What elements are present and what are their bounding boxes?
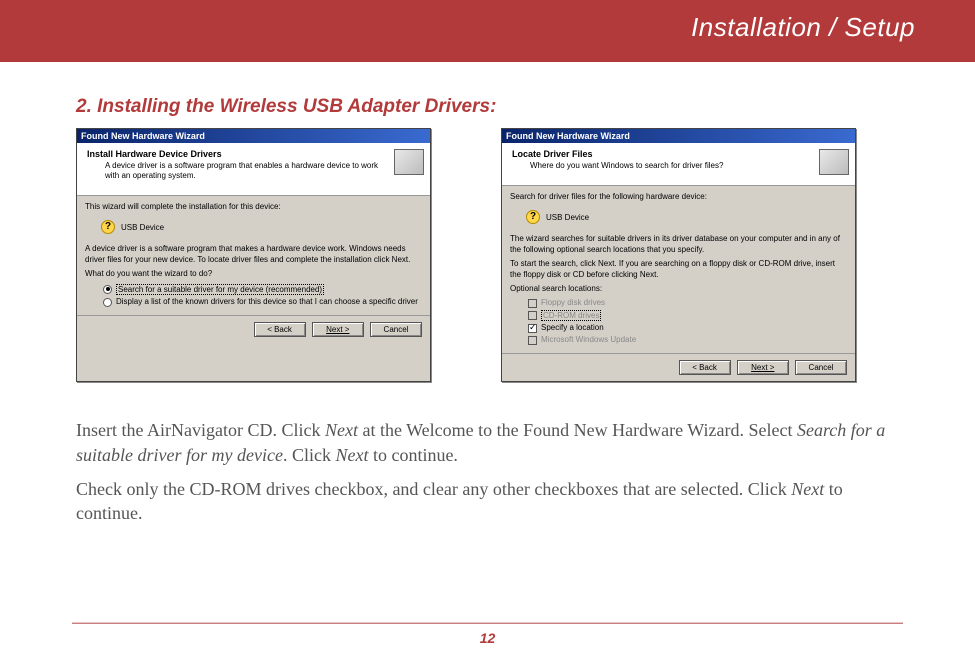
instruction-paragraph-1: Insert the AirNavigator CD. Click Next a… [76,418,905,467]
checkbox-label: Floppy disk drives [541,298,605,307]
checkbox-windows-update[interactable]: Microsoft Windows Update [528,335,847,345]
footer-divider [72,623,903,624]
back-button[interactable]: < Back [254,322,306,337]
checkbox-label: CD-ROM drives [541,310,601,321]
checkbox-floppy[interactable]: Floppy disk drives [528,298,847,308]
question-icon: ? [101,220,115,234]
page-number: 12 [480,630,496,646]
question-icon: ? [526,210,540,224]
wizard-art-icon [394,149,424,175]
radio-option-search[interactable]: Search for a suitable driver for my devi… [103,284,422,295]
dialog-paragraph: A device driver is a software program th… [85,244,422,265]
device-row: ? USB Device [95,216,422,238]
screenshot-row: Found New Hardware Wizard Install Hardwa… [76,128,905,382]
checkbox-cdrom[interactable]: CD-ROM drives [528,310,847,321]
wizard-art-icon [819,149,849,175]
button-row: < Back Next > Cancel [77,315,430,343]
radio-icon [103,285,112,294]
checkbox-icon [528,311,537,320]
cancel-button[interactable]: Cancel [370,322,422,337]
radio-option-display-list[interactable]: Display a list of the known drivers for … [103,297,422,307]
dialog-heading: Install Hardware Device Drivers [87,149,384,159]
instruction-paragraph-2: Check only the CD-ROM drives checkbox, a… [76,477,905,526]
device-row: ? USB Device [520,206,847,228]
wizard-dialog-locate-files: Found New Hardware Wizard Locate Driver … [501,128,856,382]
dialog-line: Search for driver files for the followin… [510,192,847,202]
options-label: Optional search locations: [510,284,847,294]
next-button[interactable]: Next > [312,322,364,337]
footer: 12 [0,623,975,648]
back-button[interactable]: < Back [679,360,731,375]
wizard-dialog-install-drivers: Found New Hardware Wizard Install Hardwa… [76,128,431,382]
device-label: USB Device [121,223,164,232]
section-title: 2. Installing the Wireless USB Adapter D… [76,96,905,118]
radio-icon [103,298,112,307]
checkbox-icon [528,299,537,308]
radio-label: Display a list of the known drivers for … [116,297,418,306]
dialog-header-band: Locate Driver Files Where do you want Wi… [502,143,855,186]
dialog-header-band: Install Hardware Device Drivers A device… [77,143,430,196]
dialog-titlebar: Found New Hardware Wizard [502,129,855,143]
dialog-paragraph: The wizard searches for suitable drivers… [510,234,847,255]
dialog-heading: Locate Driver Files [512,149,809,159]
radio-label: Search for a suitable driver for my devi… [116,284,324,295]
dialog-paragraph: To start the search, click Next. If you … [510,259,847,280]
header-bar: Installation / Setup [0,0,975,62]
checkbox-label: Microsoft Windows Update [541,335,636,344]
dialog-titlebar: Found New Hardware Wizard [77,129,430,143]
checkbox-icon [528,336,537,345]
dialog-question: What do you want the wizard to do? [85,269,422,279]
dialog-subtext: Where do you want Windows to search for … [530,161,809,171]
dialog-subtext: A device driver is a software program th… [105,161,384,181]
checkbox-specify-location[interactable]: Specify a location [528,323,847,333]
content-area: 2. Installing the Wireless USB Adapter D… [0,62,975,526]
cancel-button[interactable]: Cancel [795,360,847,375]
dialog-line: This wizard will complete the installati… [85,202,422,212]
button-row: < Back Next > Cancel [502,353,855,381]
page-header: Installation / Setup [691,12,915,43]
checkbox-label: Specify a location [541,323,604,332]
device-label: USB Device [546,213,589,222]
checkbox-icon [528,324,537,333]
next-button[interactable]: Next > [737,360,789,375]
